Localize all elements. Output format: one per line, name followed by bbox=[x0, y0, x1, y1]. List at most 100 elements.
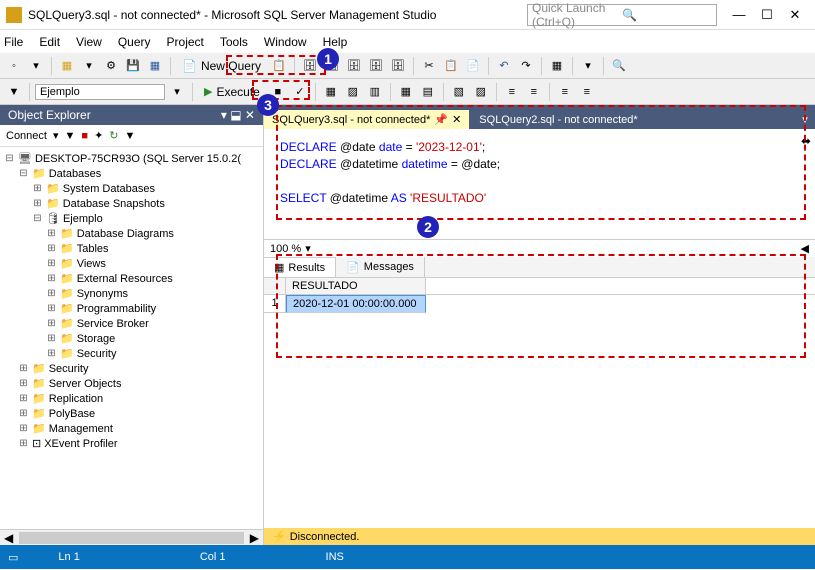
app-icon bbox=[6, 7, 22, 23]
grid-corner bbox=[264, 278, 286, 294]
filter-icon[interactable]: ▼ bbox=[4, 82, 24, 102]
db-icon-4[interactable]: 🗄 bbox=[366, 56, 386, 76]
db-icon-5[interactable]: 🗄 bbox=[388, 56, 408, 76]
sql-editor[interactable]: DECLARE @date date = '2023-12-01'; DECLA… bbox=[264, 129, 815, 239]
storage-node[interactable]: ⊞📁Storage bbox=[4, 331, 259, 346]
search-icon[interactable]: 🔍 bbox=[622, 8, 712, 22]
options-icon[interactable]: ▥ bbox=[365, 82, 385, 102]
include-plan-icon[interactable]: ▧ bbox=[449, 82, 469, 102]
copy-icon[interactable]: 📋 bbox=[441, 56, 461, 76]
connect-refresh-icon[interactable]: ✦ bbox=[94, 129, 103, 142]
plan-icon[interactable]: ▦ bbox=[321, 82, 341, 102]
close-button[interactable]: ✕ bbox=[781, 4, 809, 26]
pin-icon[interactable]: 📌 bbox=[434, 113, 448, 126]
serverobj-node[interactable]: ⊞📁Server Objects bbox=[4, 376, 259, 391]
menu-query[interactable]: Query bbox=[118, 35, 151, 49]
comment-out-icon[interactable]: ≡ bbox=[555, 82, 575, 102]
result-grid[interactable]: RESULTADO 1 2020-12-01 00:00:00.000 bbox=[264, 278, 815, 528]
new-icon[interactable]: ▦ bbox=[57, 56, 77, 76]
result-cell[interactable]: 2020-12-01 00:00:00.000 bbox=[286, 295, 426, 313]
tab-dropdown-icon[interactable]: ▾ bbox=[795, 109, 815, 129]
results-grid-icon[interactable]: ▦ bbox=[396, 82, 416, 102]
tab-close-icon[interactable]: ✕ bbox=[452, 113, 461, 126]
save-icon[interactable]: 💾 bbox=[123, 56, 143, 76]
minimize-button[interactable]: — bbox=[725, 4, 753, 26]
new-query-button[interactable]: 📄 New Query bbox=[176, 57, 267, 75]
open-icon[interactable]: ▾ bbox=[79, 56, 99, 76]
db-selector[interactable]: Ejemplo bbox=[35, 84, 165, 100]
menu-help[interactable]: Help bbox=[323, 35, 348, 49]
poly-node[interactable]: ⊞📁PolyBase bbox=[4, 406, 259, 421]
mgmt-node[interactable]: ⊞📁Management bbox=[4, 421, 259, 436]
launch-icon[interactable]: ▦ bbox=[547, 56, 567, 76]
object-tree[interactable]: ⊟🖥DESKTOP-75CR93O (SQL Server 15.0.2( ⊟📁… bbox=[0, 147, 263, 529]
execute-button[interactable]: ▶ Execute bbox=[198, 83, 266, 101]
connect-filter2-icon[interactable]: ▼ bbox=[125, 130, 136, 142]
paste-icon[interactable]: 📄 bbox=[463, 56, 483, 76]
repl-node[interactable]: ⊞📁Replication bbox=[4, 391, 259, 406]
explorer-hscroll[interactable]: ◀▶ bbox=[0, 529, 263, 545]
folder-icon: 📁 bbox=[32, 407, 46, 420]
undo-icon[interactable]: ↶ bbox=[494, 56, 514, 76]
menu-window[interactable]: Window bbox=[264, 35, 307, 49]
views-node[interactable]: ⊞📁Views bbox=[4, 256, 259, 271]
connect-button[interactable]: Connect bbox=[6, 130, 47, 142]
maximize-button[interactable]: ☐ bbox=[753, 4, 781, 26]
grid-row[interactable]: 1 2020-12-01 00:00:00.000 bbox=[264, 295, 815, 313]
tab-sqlquery2[interactable]: SQLQuery2.sql - not connected* bbox=[471, 111, 645, 129]
nav-fwd-icon[interactable]: ▾ bbox=[26, 56, 46, 76]
dropdown-icon[interactable]: ▾ bbox=[167, 82, 187, 102]
connect-dropdown-icon[interactable]: ▾ bbox=[53, 129, 59, 142]
results-tab[interactable]: ▦ Results bbox=[264, 257, 336, 277]
menu-project[interactable]: Project bbox=[167, 35, 204, 49]
ejemplo-node[interactable]: ⊟🛢Ejemplo bbox=[4, 211, 259, 226]
connect-filter-icon[interactable]: ▼ bbox=[65, 130, 76, 142]
indent-left-icon[interactable]: ≡ bbox=[524, 82, 544, 102]
db-icon-3[interactable]: 🗄 bbox=[344, 56, 364, 76]
nav-back-icon[interactable]: ◦ bbox=[4, 56, 24, 76]
cut-icon[interactable]: ✂ bbox=[419, 56, 439, 76]
sbroker-node[interactable]: ⊞📁Service Broker bbox=[4, 316, 259, 331]
menu-edit[interactable]: Edit bbox=[39, 35, 60, 49]
parse-icon[interactable]: ✓ bbox=[290, 82, 310, 102]
title-bar: SQLQuery3.sql - not connected* - Microso… bbox=[0, 0, 815, 30]
gear-icon[interactable]: ⚙ bbox=[101, 56, 121, 76]
zoom-value[interactable]: 100 % bbox=[270, 243, 301, 255]
menu-view[interactable]: View bbox=[76, 35, 102, 49]
stats-icon[interactable]: ▨ bbox=[343, 82, 363, 102]
snap-node[interactable]: ⊞📁Database Snapshots bbox=[4, 196, 259, 211]
tables-node[interactable]: ⊞📁Tables bbox=[4, 241, 259, 256]
tab-sqlquery3[interactable]: SQLQuery3.sql - not connected* 📌 ✕ bbox=[264, 110, 469, 129]
connect-stop-icon[interactable]: ■ bbox=[81, 130, 88, 142]
security-node[interactable]: ⊞📁Security bbox=[4, 361, 259, 376]
messages-tab[interactable]: 📄 Messages bbox=[336, 257, 425, 277]
menu-file[interactable]: File bbox=[4, 35, 23, 49]
xevent-node[interactable]: ⊞⊡XEvent Profiler bbox=[4, 436, 259, 451]
databases-node[interactable]: ⊟📁Databases bbox=[4, 166, 259, 181]
quick-launch-input[interactable]: Quick Launch (Ctrl+Q) 🔍 bbox=[527, 4, 717, 26]
zoom-left-icon[interactable]: ◀ bbox=[801, 242, 809, 255]
syn-node[interactable]: ⊞📁Synonyms bbox=[4, 286, 259, 301]
save-all-icon[interactable]: ▦ bbox=[145, 56, 165, 76]
status-window-icon[interactable]: ▭ bbox=[8, 551, 18, 564]
comment-icon[interactable]: ▾ bbox=[578, 56, 598, 76]
zoom-dropdown-icon[interactable]: ▾ bbox=[305, 242, 311, 255]
query-icon[interactable]: 📋 bbox=[269, 56, 289, 76]
include-stats-icon[interactable]: ▨ bbox=[471, 82, 491, 102]
redo-icon[interactable]: ↷ bbox=[516, 56, 536, 76]
find-icon[interactable]: 🔍 bbox=[609, 56, 629, 76]
split-icon[interactable]: ⬌ bbox=[801, 133, 811, 150]
sysdb-node[interactable]: ⊞📁System Databases bbox=[4, 181, 259, 196]
uncomment-icon[interactable]: ≡ bbox=[577, 82, 597, 102]
server-node[interactable]: ⊟🖥DESKTOP-75CR93O (SQL Server 15.0.2( bbox=[4, 151, 259, 166]
menu-tools[interactable]: Tools bbox=[220, 35, 248, 49]
secdb-node[interactable]: ⊞📁Security bbox=[4, 346, 259, 361]
column-header[interactable]: RESULTADO bbox=[286, 278, 426, 294]
indent-right-icon[interactable]: ≡ bbox=[502, 82, 522, 102]
main-area: Object Explorer ▾ ⬓ ✕ Connect ▾ ▼ ■ ✦ ↻ … bbox=[0, 105, 815, 545]
results-text-icon[interactable]: ▤ bbox=[418, 82, 438, 102]
diagrams-node[interactable]: ⊞📁Database Diagrams bbox=[4, 226, 259, 241]
extres-node[interactable]: ⊞📁External Resources bbox=[4, 271, 259, 286]
connect-sync-icon[interactable]: ↻ bbox=[109, 129, 118, 142]
prog-node[interactable]: ⊞📁Programmability bbox=[4, 301, 259, 316]
